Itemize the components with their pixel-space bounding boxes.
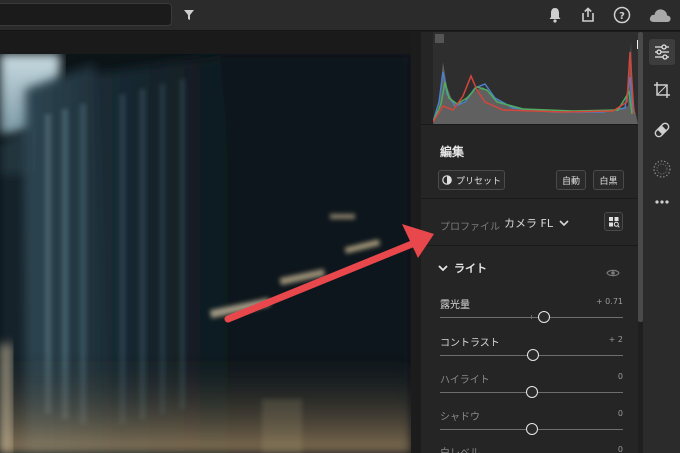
photo-canvas[interactable] xyxy=(0,32,411,453)
separator xyxy=(421,124,638,125)
more-tools-button[interactable] xyxy=(649,189,675,215)
slider-thumb[interactable] xyxy=(538,311,551,323)
slider-value[interactable]: 0 xyxy=(618,409,623,418)
tool-strip xyxy=(643,32,680,453)
slider-label: シャドウ xyxy=(440,412,480,423)
slider-label: コントラスト xyxy=(440,338,500,349)
crop-tool-button[interactable] xyxy=(649,77,675,103)
slider-label: 白レベル xyxy=(440,444,480,453)
edit-tool-button[interactable] xyxy=(649,39,675,65)
slider-value[interactable]: + 2 xyxy=(609,335,623,344)
slider-value[interactable]: 0 xyxy=(618,372,623,381)
panel-title: 編集 xyxy=(440,145,465,159)
filmstrip-divider xyxy=(0,32,411,54)
photo-image[interactable] xyxy=(0,54,411,453)
bw-button[interactable]: 白黒 xyxy=(593,170,624,190)
search-input[interactable] xyxy=(0,3,172,26)
profile-value: カメラ FL xyxy=(504,217,553,230)
more-icon xyxy=(655,200,669,204)
separator xyxy=(421,245,638,246)
slider-thumb[interactable] xyxy=(527,349,540,361)
crop-icon xyxy=(654,82,670,98)
help-icon[interactable]: ? xyxy=(611,4,633,26)
bell-icon[interactable] xyxy=(544,4,566,26)
profile-dropdown[interactable]: カメラ FL xyxy=(504,215,569,231)
healing-bandage-icon xyxy=(654,122,670,138)
edit-panel: 編集 プリセット 自動 白黒 プロファイル カメラ FL ライト 露光量 + 0.… xyxy=(421,32,646,453)
slider-thumb[interactable] xyxy=(525,386,538,398)
shadow-clipping-toggle[interactable] xyxy=(435,34,444,43)
masking-tool-button[interactable] xyxy=(649,156,675,182)
slider-track[interactable] xyxy=(440,386,623,398)
slider-label: ハイライト xyxy=(440,375,490,386)
eye-icon[interactable] xyxy=(606,263,620,277)
healing-tool-button[interactable] xyxy=(649,117,675,143)
light-section-header[interactable]: ライト xyxy=(438,260,487,276)
separator xyxy=(421,198,638,199)
svg-text:?: ? xyxy=(619,11,625,22)
slider-track[interactable] xyxy=(440,311,623,323)
slider-value[interactable]: 0 xyxy=(618,445,623,453)
presets-button[interactable]: プリセット xyxy=(438,170,505,190)
cloud-icon[interactable] xyxy=(647,4,673,26)
share-icon[interactable] xyxy=(577,4,599,26)
slider-track[interactable] xyxy=(440,423,623,435)
slider-thumb[interactable] xyxy=(525,423,538,435)
grid-search-icon xyxy=(608,216,620,228)
chevron-down-icon xyxy=(559,219,569,226)
slider-value[interactable]: + 0.71 xyxy=(596,297,623,306)
slider-track[interactable] xyxy=(440,349,623,361)
histogram xyxy=(432,32,646,124)
profile-label: プロファイル xyxy=(440,222,500,233)
chevron-down-icon xyxy=(438,264,448,271)
masking-icon xyxy=(653,160,671,178)
presets-icon xyxy=(442,175,452,185)
filter-icon[interactable] xyxy=(178,4,200,26)
light-section-title: ライト xyxy=(454,262,487,275)
auto-button[interactable]: 自動 xyxy=(556,170,586,190)
slider-label: 露光量 xyxy=(440,300,470,311)
sliders-icon xyxy=(655,44,669,60)
slider-center-tick xyxy=(531,315,532,319)
top-toolbar: ? xyxy=(0,0,680,31)
presets-label: プリセット xyxy=(455,176,501,187)
profile-browser-button[interactable] xyxy=(604,212,623,231)
